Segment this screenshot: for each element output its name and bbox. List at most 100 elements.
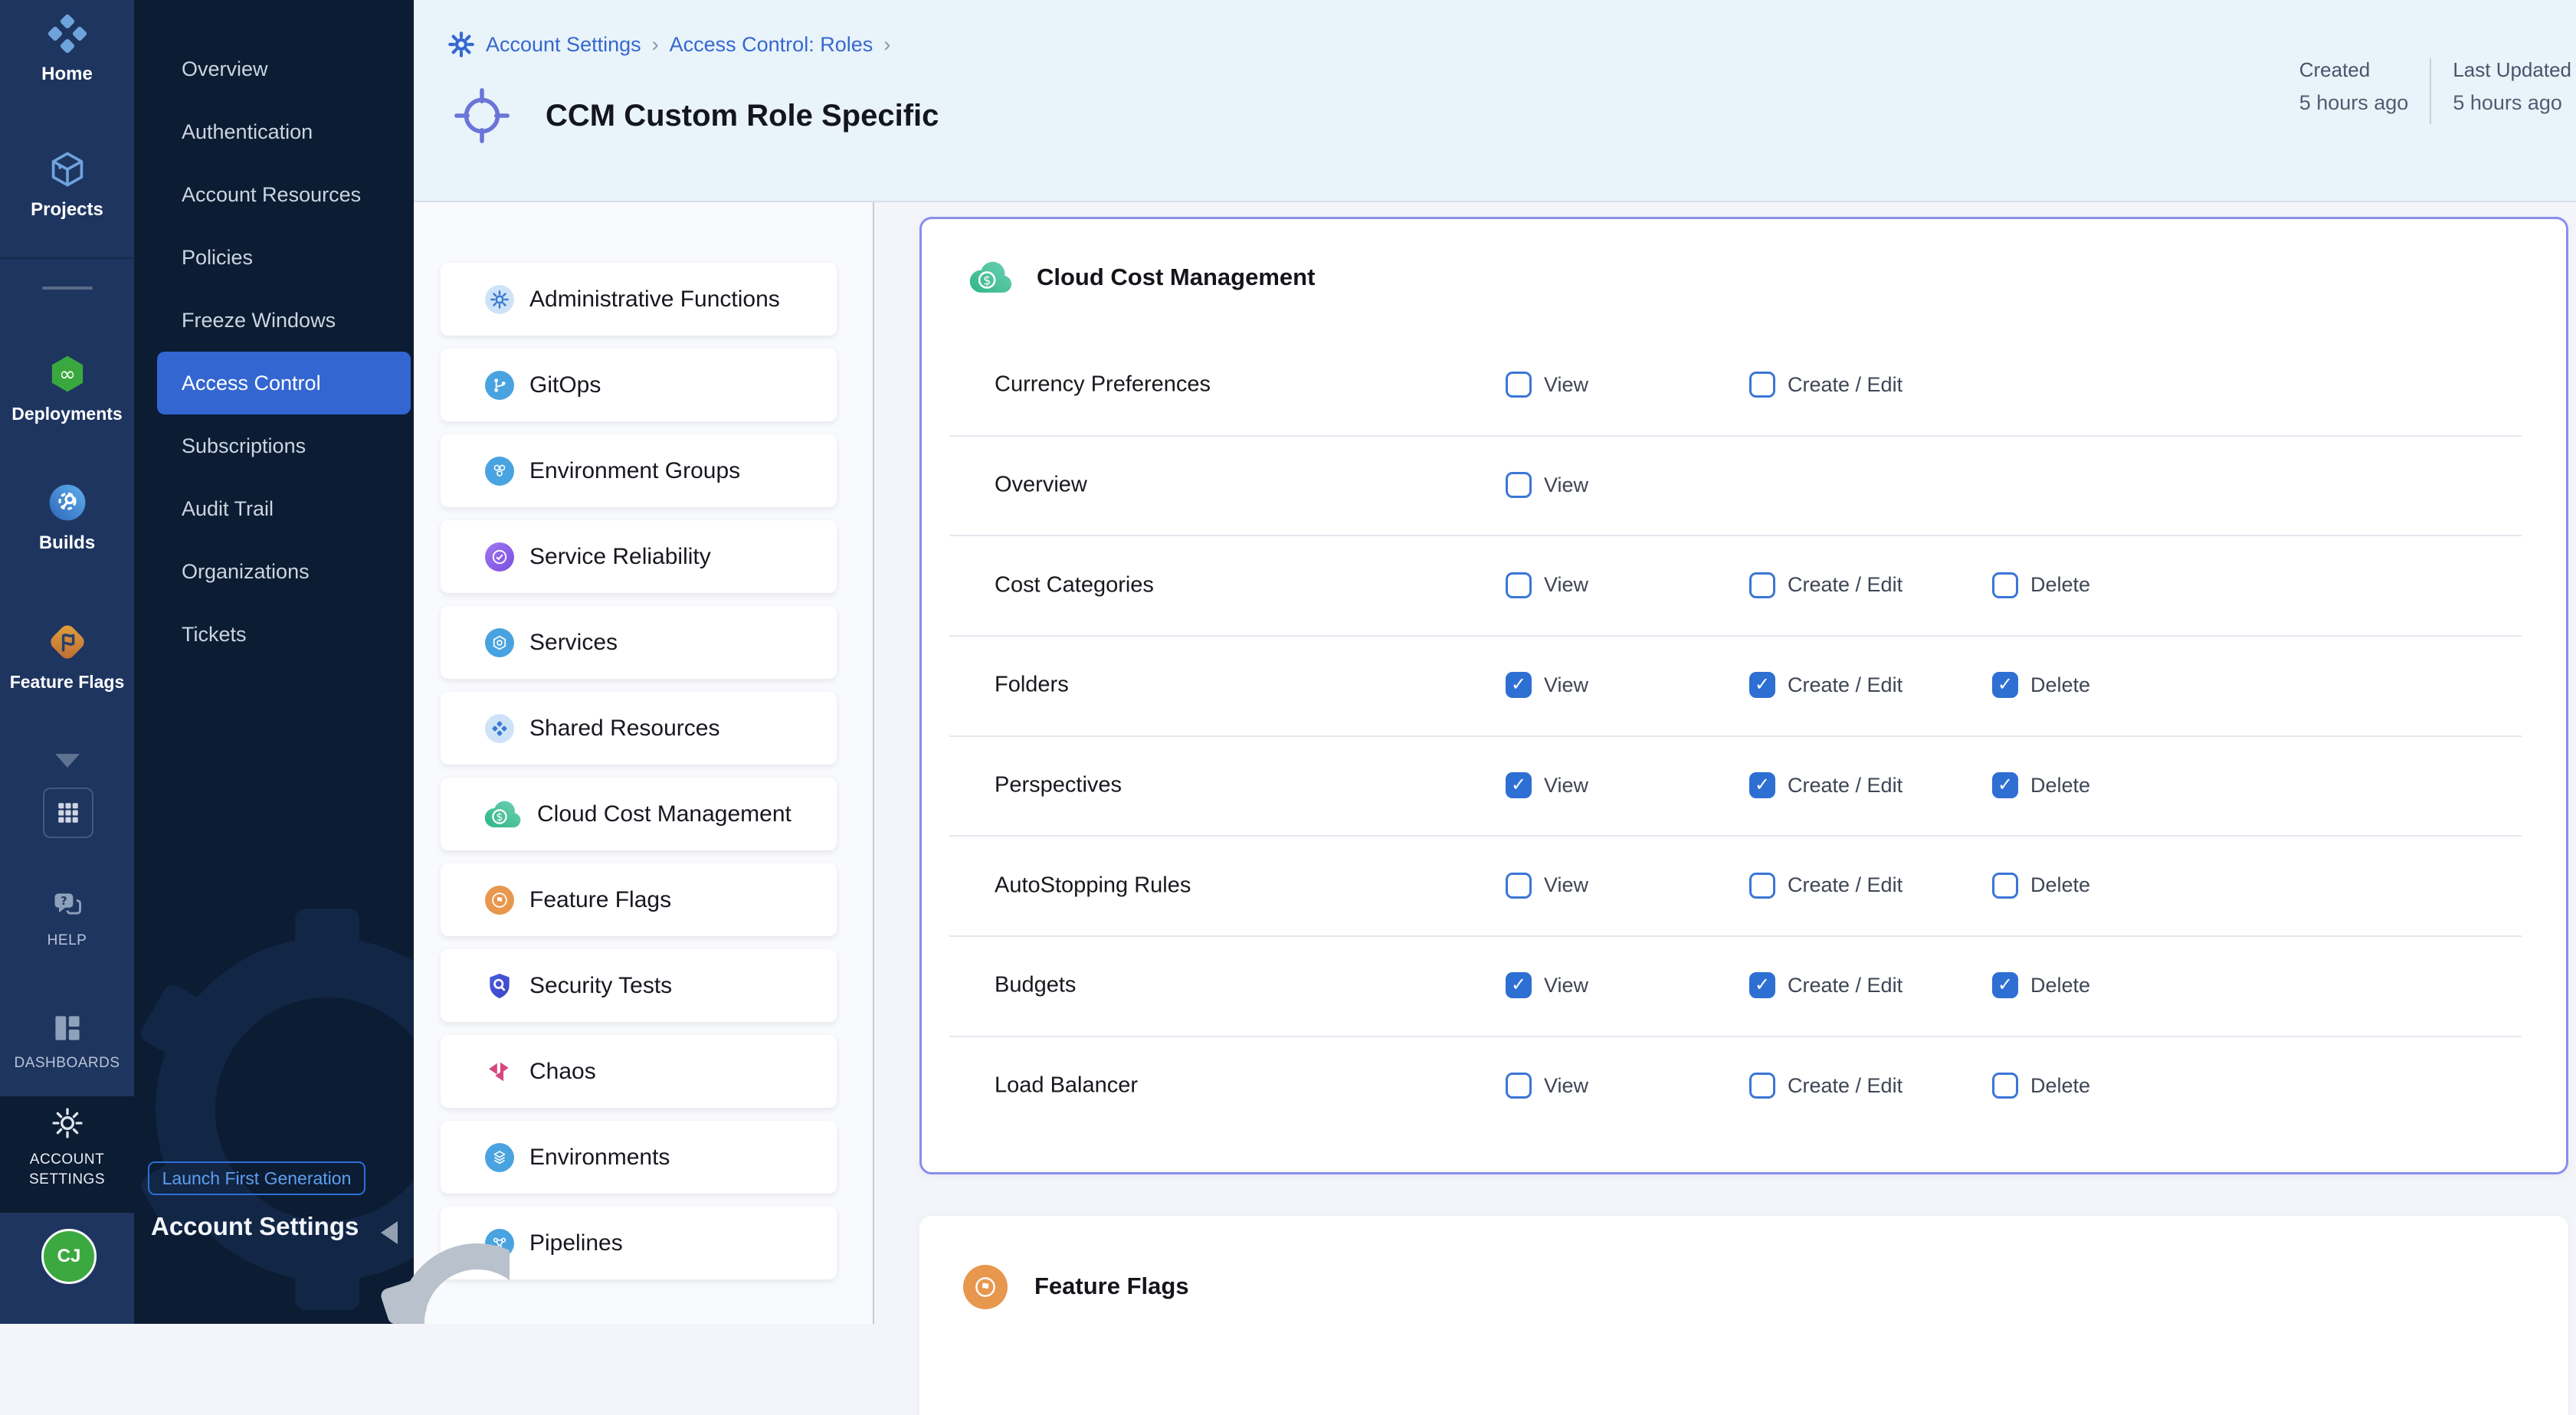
resource-group-label: Chaos [529, 1059, 596, 1085]
checkbox-currency-preferences-create-edit[interactable] [1749, 372, 1775, 398]
checkbox-budgets-delete[interactable] [1992, 972, 2018, 998]
rail-item-feature-flags[interactable]: Feature Flags [0, 622, 134, 693]
resource-group-pipelines[interactable]: Pipelines [441, 1207, 837, 1279]
checkbox-label: Delete [2030, 573, 2090, 597]
rail-item-home[interactable]: Home [0, 14, 134, 85]
chaos-icon [485, 1057, 514, 1086]
breadcrumb-link-access-control-roles[interactable]: Access Control: Roles [670, 33, 873, 57]
breadcrumb-link-account-settings[interactable]: Account Settings [486, 33, 641, 57]
permission-cell-create-edit: Create / Edit [1749, 972, 1903, 998]
created-label: Created [2299, 58, 2409, 82]
resource-group-list: Administrative Functions GitOps Environmen… [414, 202, 874, 1324]
checkbox-autostopping-rules-view[interactable] [1506, 873, 1532, 899]
checkbox-perspectives-view[interactable] [1506, 772, 1532, 798]
rail-item-help[interactable]: ? HELP [0, 889, 134, 949]
resource-group-services[interactable]: Services [441, 606, 837, 679]
rail-item-projects[interactable]: Projects [0, 149, 134, 221]
created-meta: Created 5 hours ago [2299, 58, 2409, 115]
shared-resources-icon [485, 714, 514, 743]
sidebar-item-account-resources[interactable]: Account Resources [134, 163, 414, 226]
sidebar-item-overview[interactable]: Overview [134, 38, 414, 100]
permission-resource-name: Load Balancer [995, 1073, 1138, 1099]
checkbox-label: View [1544, 573, 1588, 597]
sidebar-item-authentication[interactable]: Authentication [134, 100, 414, 163]
resource-group-chaos[interactable]: Chaos [441, 1035, 837, 1108]
rail-item-deployments[interactable]: ∞ Deployments [0, 354, 134, 424]
environment-groups-icon [485, 457, 514, 486]
checkbox-perspectives-delete[interactable] [1992, 772, 2018, 798]
resource-group-environments[interactable]: Environments [441, 1121, 837, 1194]
checkbox-folders-create-edit[interactable] [1749, 672, 1775, 698]
resource-group-label: Shared Resources [529, 716, 719, 742]
sidebar-menu: OverviewAuthenticationAccount ResourcesP… [134, 38, 414, 666]
checkbox-autostopping-rules-create-edit[interactable] [1749, 873, 1775, 899]
sidebar-item-subscriptions[interactable]: Subscriptions [134, 414, 414, 477]
checkbox-load-balancer-view[interactable] [1506, 1073, 1532, 1099]
permission-cell-view: View [1506, 972, 1588, 998]
sidebar-item-access-control[interactable]: Access Control [157, 352, 411, 414]
checkbox-folders-view[interactable] [1506, 672, 1532, 698]
sidebar-item-freeze-windows[interactable]: Freeze Windows [134, 289, 414, 352]
sidebar-item-policies[interactable]: Policies [134, 226, 414, 289]
sidebar-collapse-arrow-icon[interactable] [381, 1221, 398, 1244]
rail-home-label: Home [0, 64, 134, 85]
resource-group-shared-resources[interactable]: Shared Resources [441, 692, 837, 765]
resource-group-environment-groups[interactable]: Environment Groups [441, 434, 837, 507]
checkbox-autostopping-rules-delete[interactable] [1992, 873, 2018, 899]
last-updated-label: Last Updated [2453, 58, 2571, 82]
permission-resource-name: Overview [995, 473, 1087, 498]
permissions-card-title: Cloud Cost Management [1037, 264, 1315, 291]
rail-item-dashboards[interactable]: DASHBOARDS [0, 1011, 134, 1072]
permission-cell-view: View [1506, 372, 1588, 398]
breadcrumb-separator: › [883, 33, 890, 57]
resource-group-cloud-cost-management[interactable]: $Cloud Cost Management [441, 778, 837, 850]
builds-icon [48, 483, 87, 522]
chevron-down-icon[interactable] [55, 754, 80, 768]
ccm-cloud-icon: $ [485, 801, 522, 828]
permission-row-perspectives: PerspectivesViewCreate / EditDelete [922, 735, 2566, 836]
permission-row-load-balancer: Load BalancerViewCreate / EditDelete [922, 1036, 2566, 1136]
checkbox-budgets-view[interactable] [1506, 972, 1532, 998]
permission-resource-name: Folders [995, 673, 1069, 698]
sidebar-item-organizations[interactable]: Organizations [134, 540, 414, 603]
checkbox-cost-categories-delete[interactable] [1992, 572, 2018, 598]
resource-group-security-tests[interactable]: Security Tests [441, 949, 837, 1022]
sidebar-item-audit-trail[interactable]: Audit Trail [134, 477, 414, 540]
grid-dots-icon [55, 800, 81, 826]
permission-resource-name: AutoStopping Rules [995, 873, 1191, 898]
launch-first-generation-button[interactable]: Launch First Generation [148, 1161, 365, 1195]
rail-projects-label: Projects [0, 199, 134, 221]
checkbox-label: Delete [2030, 873, 2090, 897]
checkbox-currency-preferences-view[interactable] [1506, 372, 1532, 398]
feature-flags-icon [485, 886, 514, 915]
checkbox-overview-view[interactable] [1506, 472, 1532, 498]
checkbox-load-balancer-delete[interactable] [1992, 1073, 2018, 1099]
harness-home-icon [48, 14, 87, 54]
svg-text:?: ? [61, 895, 67, 908]
ccm-cloud-icon: $ [969, 261, 1014, 293]
module-selector-button[interactable] [43, 788, 93, 838]
projects-cube-icon [48, 149, 87, 189]
resource-group-feature-flags[interactable]: Feature Flags [441, 863, 837, 936]
checkbox-budgets-create-edit[interactable] [1749, 972, 1775, 998]
svg-text:∞: ∞ [59, 363, 76, 386]
user-avatar[interactable]: CJ [41, 1229, 97, 1284]
resource-group-administrative-functions[interactable]: Administrative Functions [441, 263, 837, 336]
permission-row-currency-preferences: Currency PreferencesViewCreate / Edit [922, 335, 2566, 435]
checkbox-label: View [1544, 473, 1588, 497]
checkbox-folders-delete[interactable] [1992, 672, 2018, 698]
rail-item-account-settings[interactable]: ACCOUNT SETTINGS [0, 1106, 134, 1190]
resource-group-gitops[interactable]: GitOps [441, 349, 837, 421]
resource-group-service-reliability[interactable]: Service Reliability [441, 520, 837, 593]
permission-cell-delete: Delete [1992, 672, 2090, 698]
main-content: Account Settings › Access Control: Roles… [414, 0, 2576, 1324]
checkbox-perspectives-create-edit[interactable] [1749, 772, 1775, 798]
checkbox-cost-categories-view[interactable] [1506, 572, 1532, 598]
permission-cell-view: View [1506, 472, 1588, 498]
sidebar-item-tickets[interactable]: Tickets [134, 603, 414, 666]
resource-group-label: Feature Flags [529, 887, 671, 913]
rail-item-builds[interactable]: Builds [0, 483, 134, 554]
checkbox-load-balancer-create-edit[interactable] [1749, 1073, 1775, 1099]
page-title: CCM Custom Role Specific [546, 99, 939, 133]
checkbox-cost-categories-create-edit[interactable] [1749, 572, 1775, 598]
